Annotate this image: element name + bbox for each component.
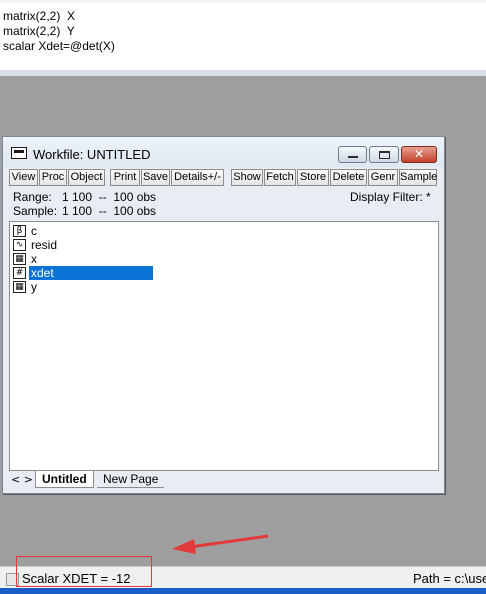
delete-button[interactable]: Delete [330,169,367,186]
details-button[interactable]: Details+/- [171,169,224,186]
command-window-splitter[interactable] [0,70,486,76]
status-path[interactable]: Path = c:\use [413,571,486,586]
coefficient-icon: β [13,225,26,237]
tab-untitled[interactable]: Untitled [35,471,94,488]
command-line: matrix(2,2) Y [3,24,75,38]
tab-scroll-arrows[interactable]: < > [11,473,33,486]
range-value[interactable]: 1 100 -- 100 obs [62,190,156,204]
tab-new-page[interactable]: New Page [97,471,165,488]
command-window[interactable]: matrix(2,2) X matrix(2,2) Y scalar Xdet=… [0,0,486,71]
maximize-button[interactable] [369,146,399,163]
print-button[interactable]: Print [110,169,140,186]
object-name: y [31,280,37,294]
view-button[interactable]: View [9,169,38,186]
workfile-window-icon [11,147,27,159]
workfile-title: Workfile: UNTITLED [33,147,151,162]
series-line-icon: ∿ [13,239,26,251]
object-name: c [31,224,37,238]
object-button[interactable]: Object [68,169,105,186]
workfile-object-list[interactable]: β c ∿ resid ▦ x # xdet ▦ y [9,221,439,471]
annotation-arrow-shaft [189,534,269,549]
proc-button[interactable]: Proc [39,169,67,186]
minimize-button[interactable] [338,146,367,163]
page-tabs: < > Untitled New Page [9,471,439,489]
matrix-icon: ▦ [13,281,26,293]
object-name: xdet [31,266,54,280]
annotation-highlight-box [16,556,152,587]
taskbar-edge [0,588,486,594]
genr-button[interactable]: Genr [368,169,398,186]
command-window-top-edge [0,0,486,3]
command-line: matrix(2,2) X [3,9,76,23]
maximize-icon [379,151,390,159]
object-name: resid [31,238,58,252]
fetch-button[interactable]: Fetch [264,169,296,186]
sample-label: Sample: [13,204,58,218]
save-button[interactable]: Save [141,169,170,186]
command-line: scalar Xdet=@det(X) [3,39,115,53]
matrix-icon: ▦ [13,253,26,265]
scalar-icon: # [13,267,26,279]
object-name: x [31,252,37,266]
close-icon: ✕ [413,147,425,161]
store-button[interactable]: Store [297,169,329,186]
minimize-icon [348,156,358,158]
display-filter[interactable]: Display Filter: * [350,190,431,204]
workfile-window: Workfile: UNTITLED ✕ View Proc Object Pr… [2,136,445,494]
sample-value[interactable]: 1 100 -- 100 obs [62,204,156,218]
range-label: Range: [13,190,52,204]
close-button[interactable]: ✕ [401,146,437,163]
workfile-titlebar[interactable]: Workfile: UNTITLED ✕ [3,137,444,167]
sample-button[interactable]: Sample [399,169,437,186]
show-button[interactable]: Show [231,169,263,186]
annotation-arrow-head [172,539,196,554]
